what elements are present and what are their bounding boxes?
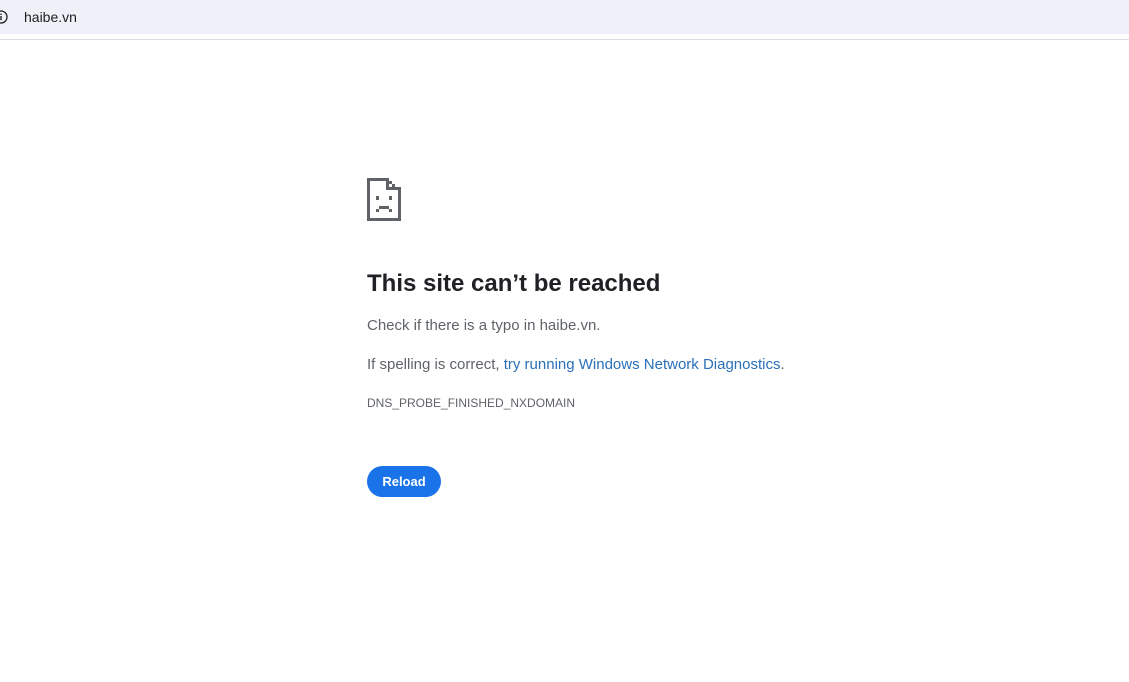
page-title: This site can’t be reached bbox=[367, 270, 661, 297]
sad-page-icon bbox=[367, 178, 401, 221]
error-code: DNS_PROBE_FINISHED_NXDOMAIN bbox=[367, 396, 576, 410]
reload-button[interactable]: Reload bbox=[367, 466, 441, 497]
info-icon[interactable] bbox=[0, 10, 8, 24]
spelling-prefix: If spelling is correct, bbox=[367, 356, 504, 373]
url-text[interactable]: haibe.vn bbox=[24, 9, 77, 25]
network-diagnostics-link[interactable]: try running Windows Network Diagnostics bbox=[504, 356, 781, 373]
toolbar-divider bbox=[0, 39, 1129, 40]
typo-message: Check if there is a typo in haibe.vn. bbox=[367, 317, 601, 334]
spelling-suffix: . bbox=[780, 356, 785, 373]
spelling-message: If spelling is correct, try running Wind… bbox=[367, 356, 785, 374]
address-bar[interactable]: haibe.vn bbox=[0, 0, 1129, 34]
